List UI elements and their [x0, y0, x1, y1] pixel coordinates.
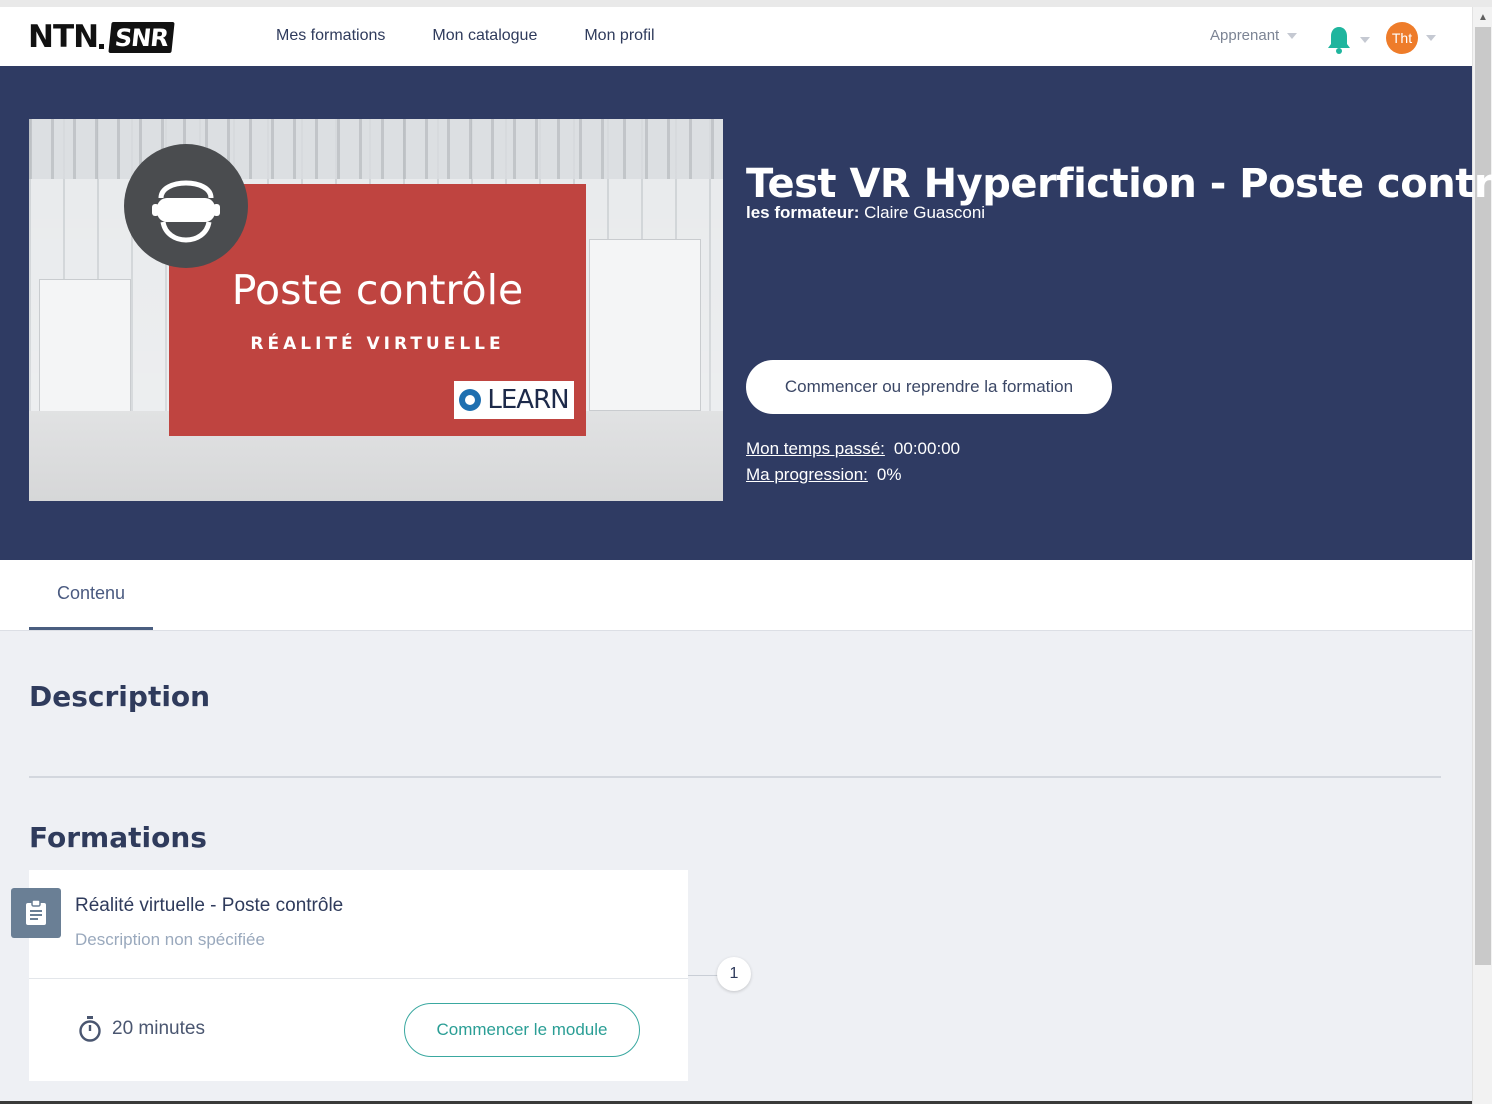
avatar: Tht [1386, 22, 1418, 54]
clipboard-glyph [26, 900, 46, 925]
module-duration-text: 20 minutes [112, 1018, 205, 1039]
time-spent: Mon temps passé: 00:00:00 [746, 439, 960, 459]
learn-logo-text: LEARN [487, 385, 569, 415]
module-step-badge: 1 [717, 957, 751, 991]
chevron-down-icon [1360, 37, 1370, 43]
progression-value: 0% [876, 465, 902, 484]
logo-snr-text: SNR [108, 21, 175, 53]
clipboard-icon [11, 888, 61, 938]
description-heading: Description [29, 680, 211, 713]
time-spent-value: 00:00:00 [893, 439, 961, 458]
nav-mes-formations[interactable]: Mes formations [276, 27, 385, 45]
progression-label: Ma progression: [746, 465, 868, 484]
vr-headset-icon [124, 144, 248, 268]
progression: Ma progression: 0% [746, 465, 901, 485]
chevron-down-icon [1287, 32, 1298, 39]
course-thumbnail: Poste contrôle RÉALITÉ VIRTUELLE LEARN [29, 119, 723, 501]
learn-logo: LEARN [454, 381, 574, 419]
learn-logo-mark [459, 389, 482, 411]
trainer-line: les formateur: Claire Guasconi [746, 203, 985, 223]
thumbnail-machine [39, 279, 131, 431]
module-connector-line [688, 975, 720, 976]
thumbnail-subtitle: RÉALITÉ VIRTUELLE [250, 334, 505, 354]
main-nav: Mes formations Mon catalogue Mon profil [276, 27, 655, 45]
bell-icon [1328, 27, 1350, 54]
thumbnail-machine [589, 239, 701, 411]
start-resume-training-button[interactable]: Commencer ou reprendre la formation [746, 360, 1112, 414]
role-dropdown[interactable]: Apprenant [1210, 27, 1298, 44]
logo-dot [99, 43, 105, 49]
top-navbar: NTN SNR Mes formations Mon catalogue Mon… [0, 7, 1472, 66]
formations-heading: Formations [29, 821, 207, 854]
section-divider [29, 776, 1441, 778]
module-description: Description non spécifiée [75, 930, 265, 949]
nav-mon-catalogue[interactable]: Mon catalogue [432, 27, 537, 45]
role-label: Apprenant [1210, 27, 1280, 44]
course-hero: Poste contrôle RÉALITÉ VIRTUELLE LEARN T… [0, 66, 1492, 560]
vr-headset-glyph [152, 180, 220, 243]
thumbnail-ceiling [29, 119, 723, 179]
module-duration: 20 minutes [78, 1016, 205, 1042]
module-title[interactable]: Réalité virtuelle - Poste contrôle [75, 895, 343, 917]
logo-ntn-text: NTN [28, 19, 99, 55]
time-spent-label: Mon temps passé: [746, 439, 885, 458]
stopwatch-icon [79, 1016, 101, 1042]
user-menu[interactable]: Tht [1386, 22, 1436, 54]
nav-mon-profil[interactable]: Mon profil [584, 27, 654, 45]
trainer-name: Claire Guasconi [864, 203, 986, 222]
trainer-label: les formateur: [746, 203, 860, 222]
module-card-divider [29, 978, 688, 979]
course-title: Test VR Hyperfiction - Poste contrôle [746, 160, 1492, 207]
chevron-down-icon [1426, 35, 1436, 41]
thumbnail-title: Poste contrôle [231, 266, 524, 314]
start-module-button[interactable]: Commencer le module [404, 1003, 640, 1057]
tab-contenu[interactable]: Contenu [29, 560, 153, 630]
scroll-up-arrow-icon[interactable]: ▲ [1473, 7, 1492, 27]
notifications-dropdown[interactable] [1326, 25, 1370, 55]
ntn-snr-logo[interactable]: NTN SNR [28, 19, 175, 55]
content-tabs: Contenu [0, 560, 1472, 631]
